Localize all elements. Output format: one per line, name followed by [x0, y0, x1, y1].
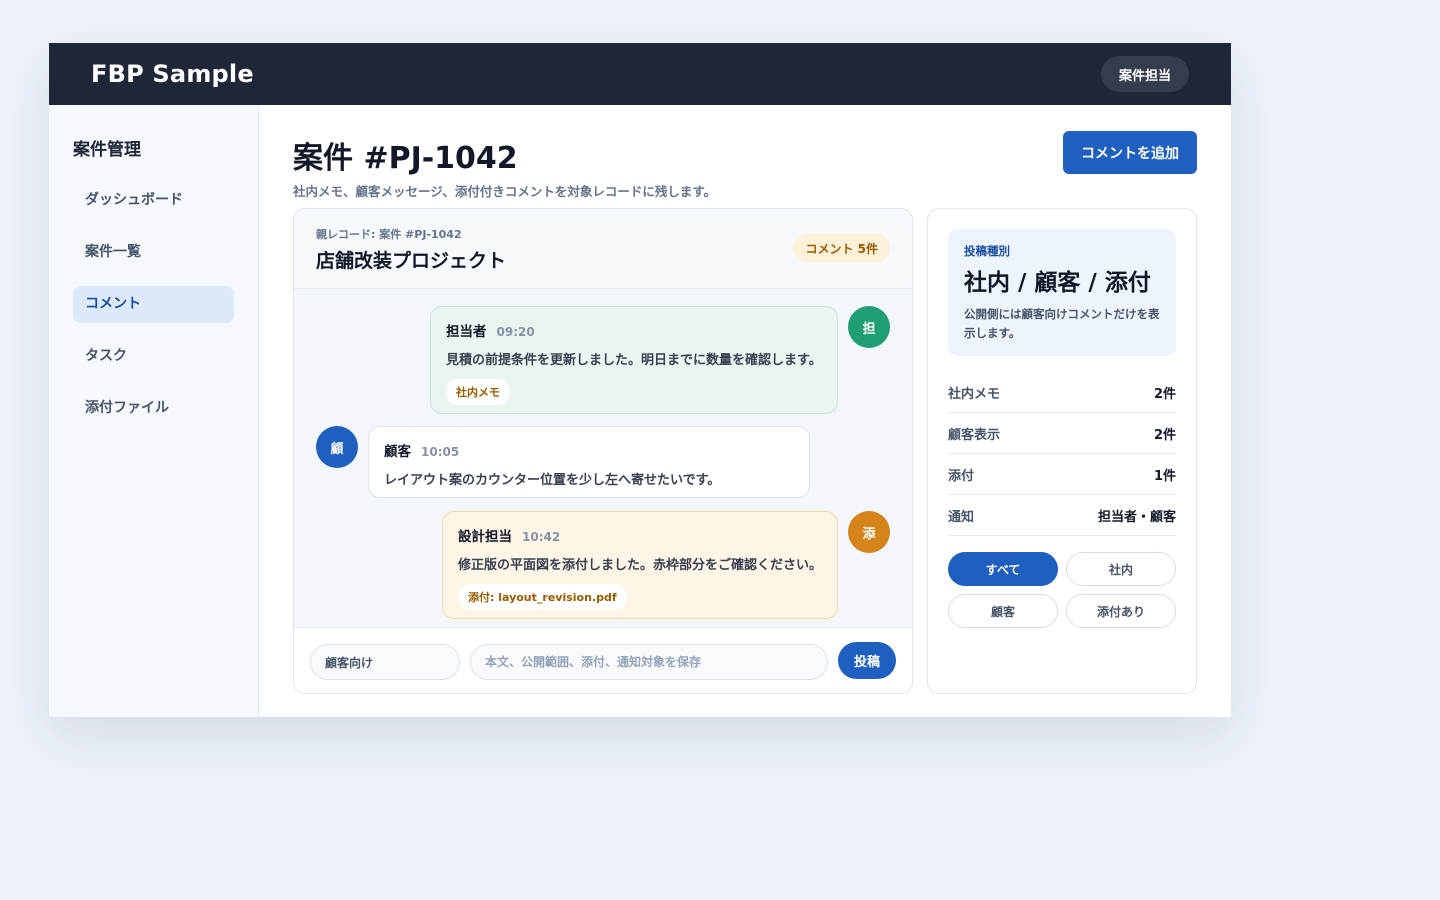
message-author: 担当者: [446, 324, 487, 340]
stat-label: 通知: [948, 509, 975, 525]
attachment-link[interactable]: 添付: layout_revision.pdf: [458, 584, 627, 610]
message-text: 見積の前提条件を更新しました。明日までに数量を確認します。: [446, 353, 822, 368]
avatar: 添: [848, 511, 890, 553]
filter-buttons: すべて 社内 顧客 添付あり: [948, 552, 1176, 628]
sidebar-item-tasks[interactable]: タスク: [73, 338, 234, 375]
stat-value: 1件: [1153, 468, 1176, 484]
filter-internal-button[interactable]: 社内: [1066, 552, 1176, 586]
stat-row: 社内メモ 2件: [948, 372, 1176, 413]
visibility-select[interactable]: 顧客向け: [310, 644, 460, 680]
post-type-description: 公開側には顧客向けコメントだけを表示します。: [964, 307, 1160, 340]
sidebar-item-dashboard[interactable]: ダッシュボード: [73, 182, 234, 219]
comment-composer: 顧客向け 投稿: [294, 627, 912, 693]
stat-row: 通知 担当者・顧客: [948, 495, 1176, 536]
message-time: 10:42: [522, 530, 561, 544]
thread-header: 親レコード: 案件 #PJ-1042 店舗改装プロジェクト コメント 5件: [294, 209, 912, 289]
message-author: 顧客: [384, 444, 411, 460]
message-attachment[interactable]: 設計担当 10:42 修正版の平面図を添付しました。赤枠部分をご確認ください。 …: [442, 511, 838, 619]
filter-attachment-button[interactable]: 添付あり: [1066, 594, 1176, 628]
main-content: 案件 #PJ-1042 社内メモ、顧客メッセージ、添付付きコメントを対象レコード…: [259, 105, 1231, 717]
comment-input[interactable]: [470, 644, 828, 680]
add-comment-button[interactable]: コメントを追加: [1063, 131, 1197, 174]
sidebar-item-projects[interactable]: 案件一覧: [73, 234, 234, 271]
post-type-label: 投稿種別: [964, 244, 1010, 258]
message-text: レイアウト案のカウンター位置を少し左へ寄せたいです。: [384, 473, 721, 488]
stat-row: 顧客表示 2件: [948, 413, 1176, 454]
stat-value: 2件: [1153, 427, 1176, 443]
brand-logo: FBP Sample: [91, 60, 254, 88]
filter-all-button[interactable]: すべて: [948, 552, 1058, 586]
comment-count-badge: コメント 5件: [793, 234, 890, 262]
message-time: 09:20: [496, 325, 535, 339]
sidebar-item-attachments[interactable]: 添付ファイル: [73, 390, 234, 427]
stat-label: 社内メモ: [948, 386, 1001, 402]
stats-list: 社内メモ 2件 顧客表示 2件 添付 1件 通知 担当者・顧客: [948, 372, 1176, 536]
message-customer[interactable]: 顧客 10:05 レイアウト案のカウンター位置を少し左へ寄せたいです。: [368, 426, 810, 498]
sidebar-title: 案件管理: [73, 140, 141, 160]
comment-thread: 親レコード: 案件 #PJ-1042 店舗改装プロジェクト コメント 5件 担当…: [293, 208, 913, 694]
sidebar-item-comments[interactable]: コメント: [73, 286, 234, 323]
app-body: 案件管理 ダッシュボード 案件一覧 コメント タスク 添付ファイル 案件 #PJ…: [49, 105, 1231, 717]
stat-row: 添付 1件: [948, 454, 1176, 495]
filter-customer-button[interactable]: 顧客: [948, 594, 1058, 628]
post-type-value: 社内 / 顧客 / 添付: [964, 270, 1151, 296]
summary-panel: 投稿種別 社内 / 顧客 / 添付 公開側には顧客向けコメントだけを表示します。…: [927, 208, 1197, 694]
post-type-card: 投稿種別 社内 / 顧客 / 添付 公開側には顧客向けコメントだけを表示します。: [948, 229, 1176, 356]
message-time: 10:05: [421, 445, 460, 459]
page-title: 案件 #PJ-1042: [293, 141, 518, 176]
stat-value: 2件: [1153, 386, 1176, 402]
post-button[interactable]: 投稿: [838, 642, 896, 679]
stat-label: 顧客表示: [948, 427, 1001, 443]
avatar: 担: [848, 306, 890, 348]
role-button[interactable]: 案件担当: [1100, 56, 1189, 92]
message-staff[interactable]: 担当者 09:20 見積の前提条件を更新しました。明日までに数量を確認します。 …: [430, 306, 838, 414]
stat-label: 添付: [948, 468, 975, 484]
app-window: FBP Sample 案件担当 案件管理 ダッシュボード 案件一覧 コメント タ…: [49, 43, 1231, 717]
sidebar: 案件管理 ダッシュボード 案件一覧 コメント タスク 添付ファイル: [49, 105, 259, 717]
message-author: 設計担当: [458, 529, 512, 545]
internal-memo-tag: 社内メモ: [446, 379, 510, 405]
page-subtitle: 社内メモ、顧客メッセージ、添付付きコメントを対象レコードに残します。: [293, 184, 717, 199]
message-text: 修正版の平面図を添付しました。赤枠部分をご確認ください。: [458, 558, 823, 573]
stat-value: 担当者・顧客: [1097, 509, 1176, 525]
avatar: 顧: [316, 426, 358, 468]
top-bar: FBP Sample 案件担当: [49, 43, 1231, 105]
